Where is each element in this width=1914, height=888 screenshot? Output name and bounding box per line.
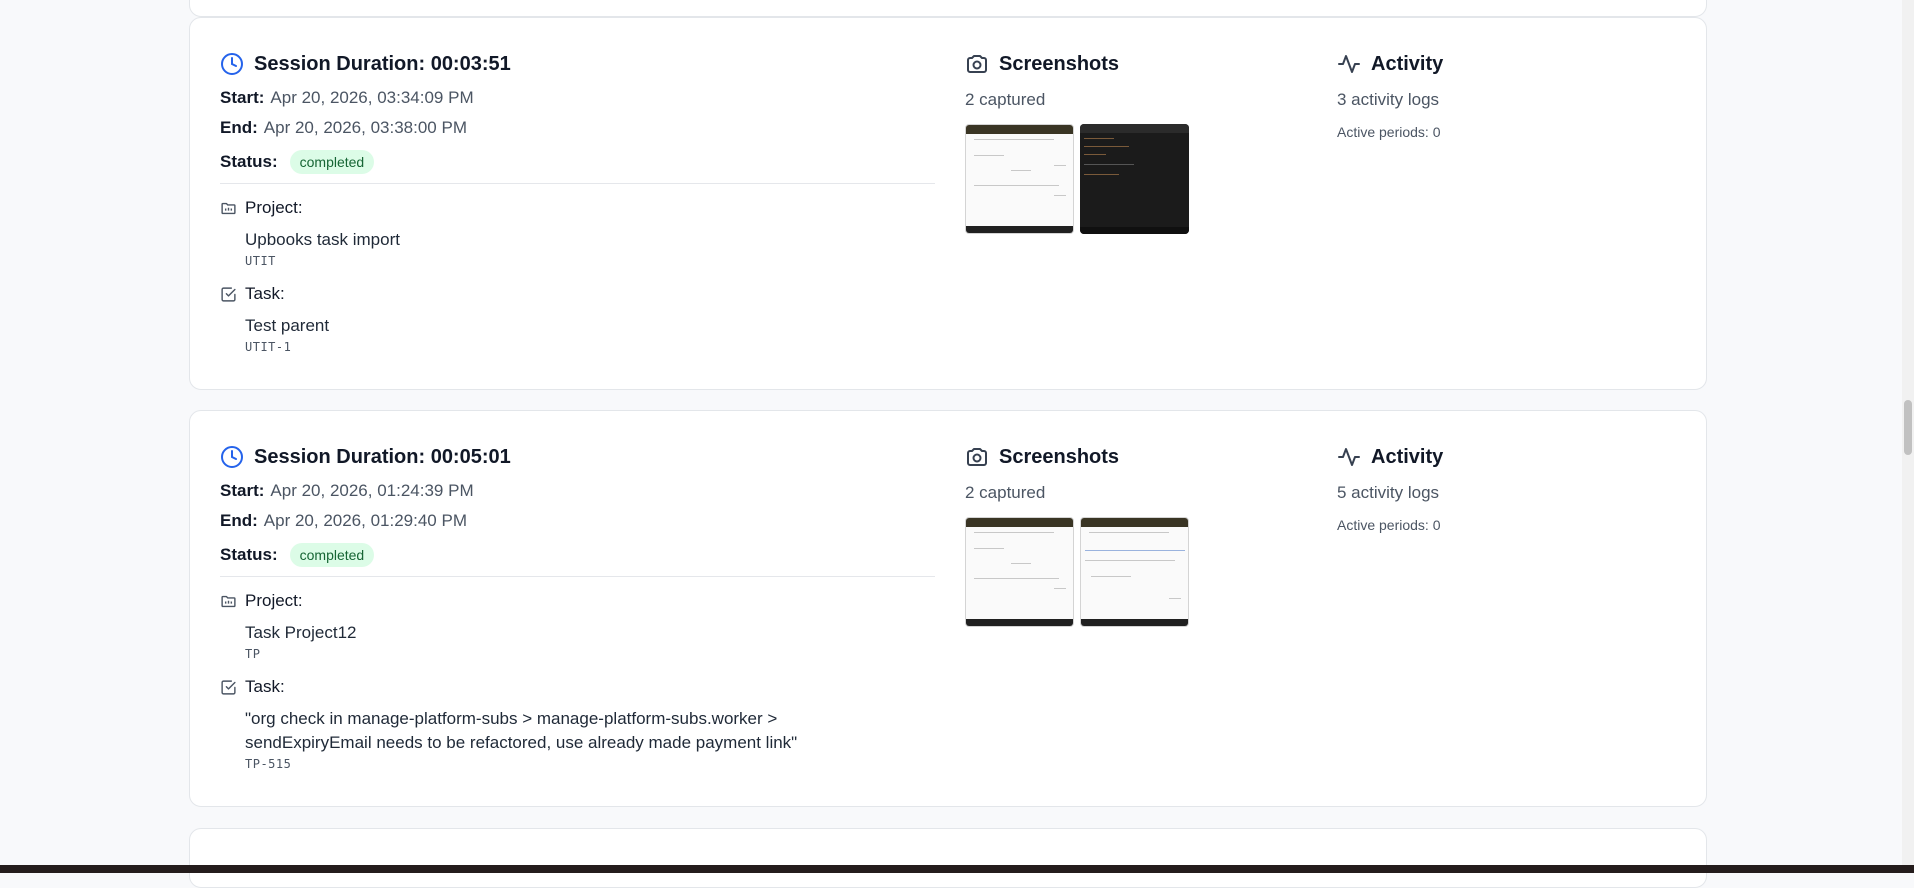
screenshot-thumbnail[interactable]: [1080, 517, 1189, 627]
session-card: Session Duration: 00:03:51 Start: Apr 20…: [189, 17, 1707, 390]
scrollbar[interactable]: [1902, 0, 1914, 873]
screenshots-heading: Screenshots: [965, 52, 1285, 76]
activity-logs-count: 5 activity logs: [1337, 483, 1440, 502]
task-heading: Task:: [220, 677, 940, 697]
project-code: UTIT: [245, 254, 276, 268]
task-code: TP-515: [245, 757, 292, 771]
session-end: End: Apr 20, 2026, 03:38:00 PM: [220, 117, 940, 139]
screenshots-count: 2 captured: [965, 483, 1046, 502]
end-label: End:: [220, 511, 258, 530]
activity-pulse-icon: [1338, 448, 1360, 466]
session-duration-text: Session Duration: 00:03:51: [254, 52, 511, 75]
end-value: Apr 20, 2026, 01:29:40 PM: [263, 511, 467, 530]
end-label: End:: [220, 118, 258, 137]
active-periods: Active periods: 0: [1337, 124, 1441, 140]
start-value: Apr 20, 2026, 03:34:09 PM: [270, 88, 474, 107]
activity-heading: Activity: [1337, 52, 1637, 76]
start-value: Apr 20, 2026, 01:24:39 PM: [270, 481, 474, 500]
checkbox-icon: [221, 679, 236, 695]
screenshots-label: Screenshots: [999, 445, 1120, 468]
screenshots-section: Screenshots 2 captured: [965, 52, 1285, 234]
activity-label: Activity: [1371, 445, 1444, 468]
session-duration: Session Duration: 00:03:51: [220, 52, 940, 76]
session-start: Start: Apr 20, 2026, 03:34:09 PM: [220, 87, 940, 109]
status-label: Status:: [220, 152, 278, 171]
task-code: UTIT-1: [245, 340, 292, 354]
screenshots-count: 2 captured: [965, 90, 1046, 109]
task-name: Test parent: [245, 316, 330, 335]
active-periods: Active periods: 0: [1337, 517, 1441, 533]
project-label: Project:: [245, 198, 303, 217]
folder-icon: [221, 595, 236, 607]
session-status: Status: completed: [220, 149, 940, 175]
status-label: Status:: [220, 545, 278, 564]
session-duration: Session Duration: 00:05:01: [220, 445, 940, 469]
screenshot-thumbnails: [965, 124, 1285, 234]
screenshot-thumbnails: [965, 517, 1285, 627]
activity-logs-count: 3 activity logs: [1337, 90, 1440, 109]
screenshots-section: Screenshots 2 captured: [965, 445, 1285, 627]
camera-icon: [967, 448, 987, 466]
activity-label: Activity: [1371, 52, 1444, 75]
project-heading: Project:: [220, 198, 940, 218]
activity-section: Activity 3 activity logs Active periods:…: [1337, 52, 1637, 141]
divider: [220, 576, 935, 577]
session-details: Session Duration: 00:03:51 Start: Apr 20…: [220, 52, 940, 354]
screenshots-label: Screenshots: [999, 52, 1120, 75]
end-value: Apr 20, 2026, 03:38:00 PM: [263, 118, 467, 137]
next-session-card: [189, 828, 1707, 888]
session-duration-text: Session Duration: 00:05:01: [254, 445, 511, 468]
project-heading: Project:: [220, 591, 940, 611]
start-label: Start:: [220, 88, 265, 107]
task-label: Task:: [245, 677, 285, 696]
project-name: Task Project12: [245, 623, 357, 642]
status-badge: completed: [289, 150, 375, 174]
task-name: "org check in manage-platform-subs > man…: [245, 709, 798, 752]
camera-icon: [967, 55, 987, 73]
session-status: Status: completed: [220, 542, 940, 568]
screenshot-thumbnail[interactable]: [965, 124, 1074, 234]
clock-icon: [221, 446, 243, 468]
previous-session-card: [189, 0, 1707, 17]
activity-heading: Activity: [1337, 445, 1637, 469]
status-badge: completed: [289, 543, 375, 567]
taskbar-edge: [0, 865, 1914, 873]
start-label: Start:: [220, 481, 265, 500]
session-card: Session Duration: 00:05:01 Start: Apr 20…: [189, 410, 1707, 807]
session-end: End: Apr 20, 2026, 01:29:40 PM: [220, 510, 940, 532]
clock-icon: [221, 53, 243, 75]
screenshot-thumbnail[interactable]: [965, 517, 1074, 627]
task-label: Task:: [245, 284, 285, 303]
activity-pulse-icon: [1338, 55, 1360, 73]
task-heading: Task:: [220, 284, 940, 304]
session-details: Session Duration: 00:05:01 Start: Apr 20…: [220, 445, 940, 771]
project-label: Project:: [245, 591, 303, 610]
checkbox-icon: [221, 286, 236, 302]
screenshots-heading: Screenshots: [965, 445, 1285, 469]
scrollbar-thumb[interactable]: [1904, 400, 1912, 455]
folder-icon: [221, 202, 236, 214]
screenshot-thumbnail[interactable]: [1080, 124, 1189, 234]
activity-section: Activity 5 activity logs Active periods:…: [1337, 445, 1637, 534]
project-name: Upbooks task import: [245, 230, 400, 249]
project-code: TP: [245, 647, 261, 661]
session-start: Start: Apr 20, 2026, 01:24:39 PM: [220, 480, 940, 502]
divider: [220, 183, 935, 184]
